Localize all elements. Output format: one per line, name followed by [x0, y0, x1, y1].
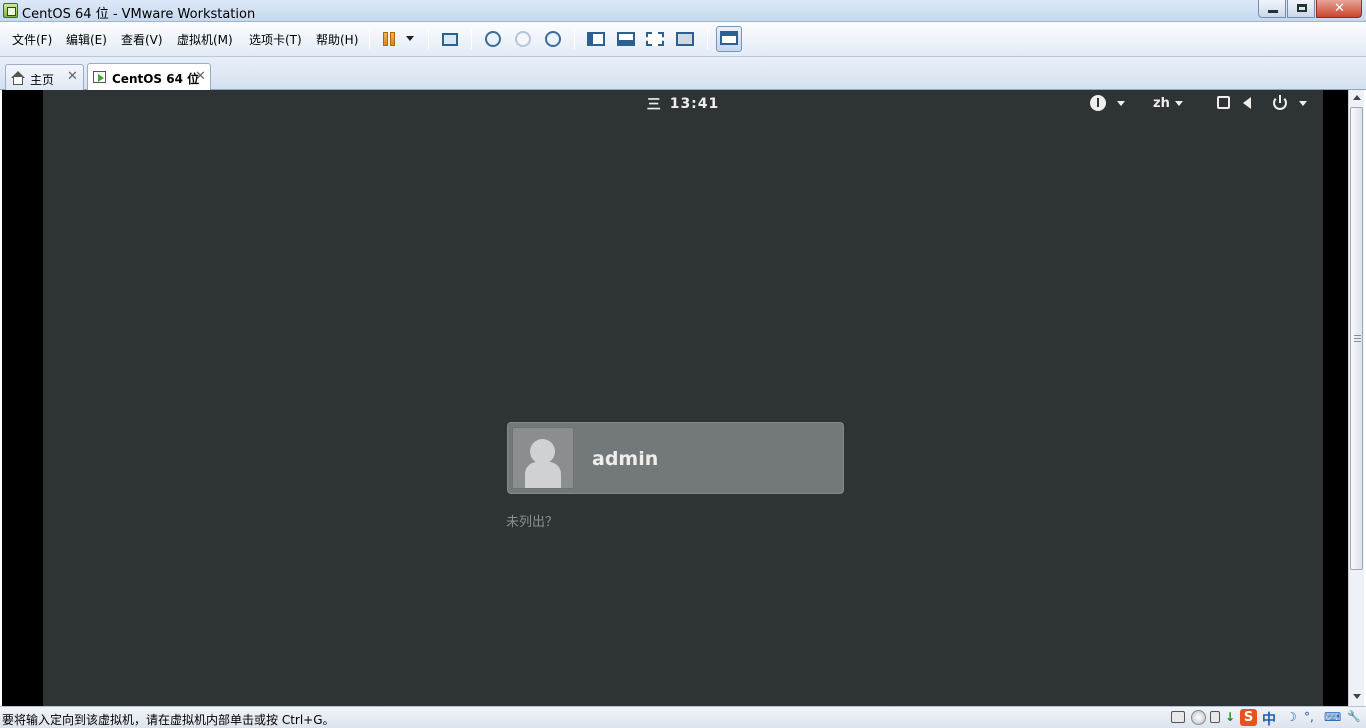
sogou-ime-icon[interactable]: S — [1240, 709, 1257, 726]
display-icon[interactable] — [1217, 96, 1230, 109]
chevron-down-icon — [406, 36, 414, 41]
user-name: admin — [592, 448, 659, 470]
tab-centos-label: CentOS 64 位 — [112, 72, 200, 86]
scroll-down-button[interactable] — [1349, 688, 1365, 704]
clock-day: 三 — [646, 97, 662, 113]
punctuation-icon[interactable]: °, — [1304, 710, 1314, 724]
toolbar-separator — [574, 29, 575, 49]
snapshot-manager-button[interactable] — [543, 28, 565, 50]
quick-switch-icon — [617, 32, 635, 46]
user-avatar-body — [525, 462, 561, 488]
home-icon — [11, 71, 25, 85]
status-bar: 要将输入定向到该虚拟机，请在虚拟机内部单击或按 Ctrl+G。 ↓ S 中 ☽ … — [0, 706, 1366, 728]
language-indicator[interactable]: zh — [1153, 96, 1170, 111]
toolbar-separator — [707, 29, 708, 49]
revert-snapshot-button[interactable] — [513, 28, 535, 50]
toolbar-separator — [428, 29, 429, 49]
minimize-button[interactable] — [1258, 0, 1286, 18]
not-listed-link[interactable]: 未列出？ — [506, 511, 558, 530]
menu-tabs[interactable]: 选项卡(T) — [249, 31, 302, 48]
quick-switch-button[interactable] — [616, 28, 638, 50]
chevron-down-icon — [1175, 101, 1183, 106]
send-ctrl-alt-del-button[interactable] — [440, 28, 462, 50]
take-snapshot-button[interactable] — [483, 28, 505, 50]
scroll-up-button[interactable] — [1349, 90, 1365, 106]
snapshot-manager-icon — [545, 31, 561, 47]
pause-icon — [383, 32, 388, 46]
pause-button[interactable] — [380, 28, 420, 50]
menu-vm[interactable]: 虚拟机(M) — [177, 31, 233, 48]
moon-icon[interactable]: ☽ — [1286, 710, 1297, 724]
tab-home[interactable]: 主页 ✕ — [5, 64, 84, 90]
tab-close-icon[interactable]: ✕ — [195, 69, 206, 84]
vertical-scrollbar[interactable] — [1348, 90, 1364, 706]
chevron-down-icon — [1353, 694, 1361, 699]
wrench-icon[interactable]: 🔧 — [1347, 710, 1361, 723]
chevron-down-icon — [1117, 101, 1125, 106]
network-icon[interactable] — [1210, 711, 1220, 723]
unity-button[interactable] — [675, 28, 697, 50]
vmware-app-icon — [3, 3, 18, 18]
revert-snapshot-icon — [515, 31, 531, 47]
volume-icon[interactable] — [1243, 97, 1251, 109]
vm-screen[interactable]: 三 13:41 zh admin 未列出？ — [43, 90, 1323, 706]
full-screen-icon — [646, 32, 664, 46]
console-view-button[interactable] — [716, 26, 742, 52]
download-arrow-icon[interactable]: ↓ — [1225, 710, 1235, 724]
scroll-grip — [1354, 338, 1361, 339]
user-avatar-icon — [530, 439, 555, 464]
tab-strip: 主页 ✕ CentOS 64 位 ✕ — [0, 57, 1366, 91]
close-button[interactable]: ✕ — [1316, 0, 1362, 18]
vm-icon — [93, 70, 107, 84]
show-library-icon — [587, 32, 605, 46]
console-view-icon — [720, 31, 738, 45]
gnome-clock[interactable]: 三 13:41 — [43, 94, 1323, 114]
tab-centos[interactable]: CentOS 64 位 ✕ — [87, 63, 211, 91]
scroll-grip — [1354, 335, 1361, 336]
accessibility-icon[interactable] — [1090, 95, 1106, 111]
cd-dvd-icon[interactable] — [1191, 710, 1206, 725]
window-title: CentOS 64 位 - VMware Workstation — [22, 7, 256, 22]
maximize-button[interactable] — [1287, 0, 1315, 18]
tab-home-label: 主页 — [30, 73, 55, 87]
full-screen-button[interactable] — [645, 28, 667, 50]
unity-icon — [676, 32, 694, 46]
menu-edit[interactable]: 编辑(E) — [66, 31, 107, 48]
window-title-bar[interactable]: CentOS 64 位 - VMware Workstation ✕ — [0, 0, 1366, 22]
chevron-down-icon — [1299, 101, 1307, 106]
menu-help[interactable]: 帮助(H) — [316, 31, 358, 48]
ime-chinese-mode[interactable]: 中 — [1262, 709, 1276, 728]
send-ctrl-alt-del-icon — [442, 33, 458, 46]
pause-icon-bar — [390, 32, 395, 46]
hard-disk-icon[interactable] — [1171, 711, 1185, 723]
toolbar-separator — [471, 29, 472, 49]
snapshot-icon — [485, 31, 501, 47]
power-icon-line — [1279, 95, 1281, 103]
status-message: 要将输入定向到该虚拟机，请在虚拟机内部单击或按 Ctrl+G。 — [2, 713, 335, 727]
minimize-icon — [1268, 10, 1278, 13]
user-list-item[interactable]: admin — [507, 422, 844, 494]
menu-file[interactable]: 文件(F) — [12, 31, 52, 48]
scroll-thumb[interactable] — [1350, 107, 1363, 570]
avatar — [512, 427, 574, 489]
keyboard-icon[interactable]: ⌨ — [1324, 710, 1341, 724]
gnome-top-bar: 三 13:41 zh — [43, 90, 1323, 116]
menu-view[interactable]: 查看(V) — [121, 31, 163, 48]
toolbar-separator — [369, 29, 370, 49]
window-controls: ✕ — [1258, 0, 1362, 18]
chevron-up-icon — [1353, 95, 1361, 100]
clock-time: 13:41 — [669, 96, 720, 112]
close-icon: ✕ — [1334, 1, 1345, 16]
show-library-button[interactable] — [586, 28, 608, 50]
scroll-grip — [1354, 341, 1361, 342]
maximize-icon — [1297, 4, 1307, 12]
tab-close-icon[interactable]: ✕ — [67, 69, 78, 84]
menu-toolbar: 文件(F) 编辑(E) 查看(V) 虚拟机(M) 选项卡(T) 帮助(H) — [0, 22, 1366, 57]
